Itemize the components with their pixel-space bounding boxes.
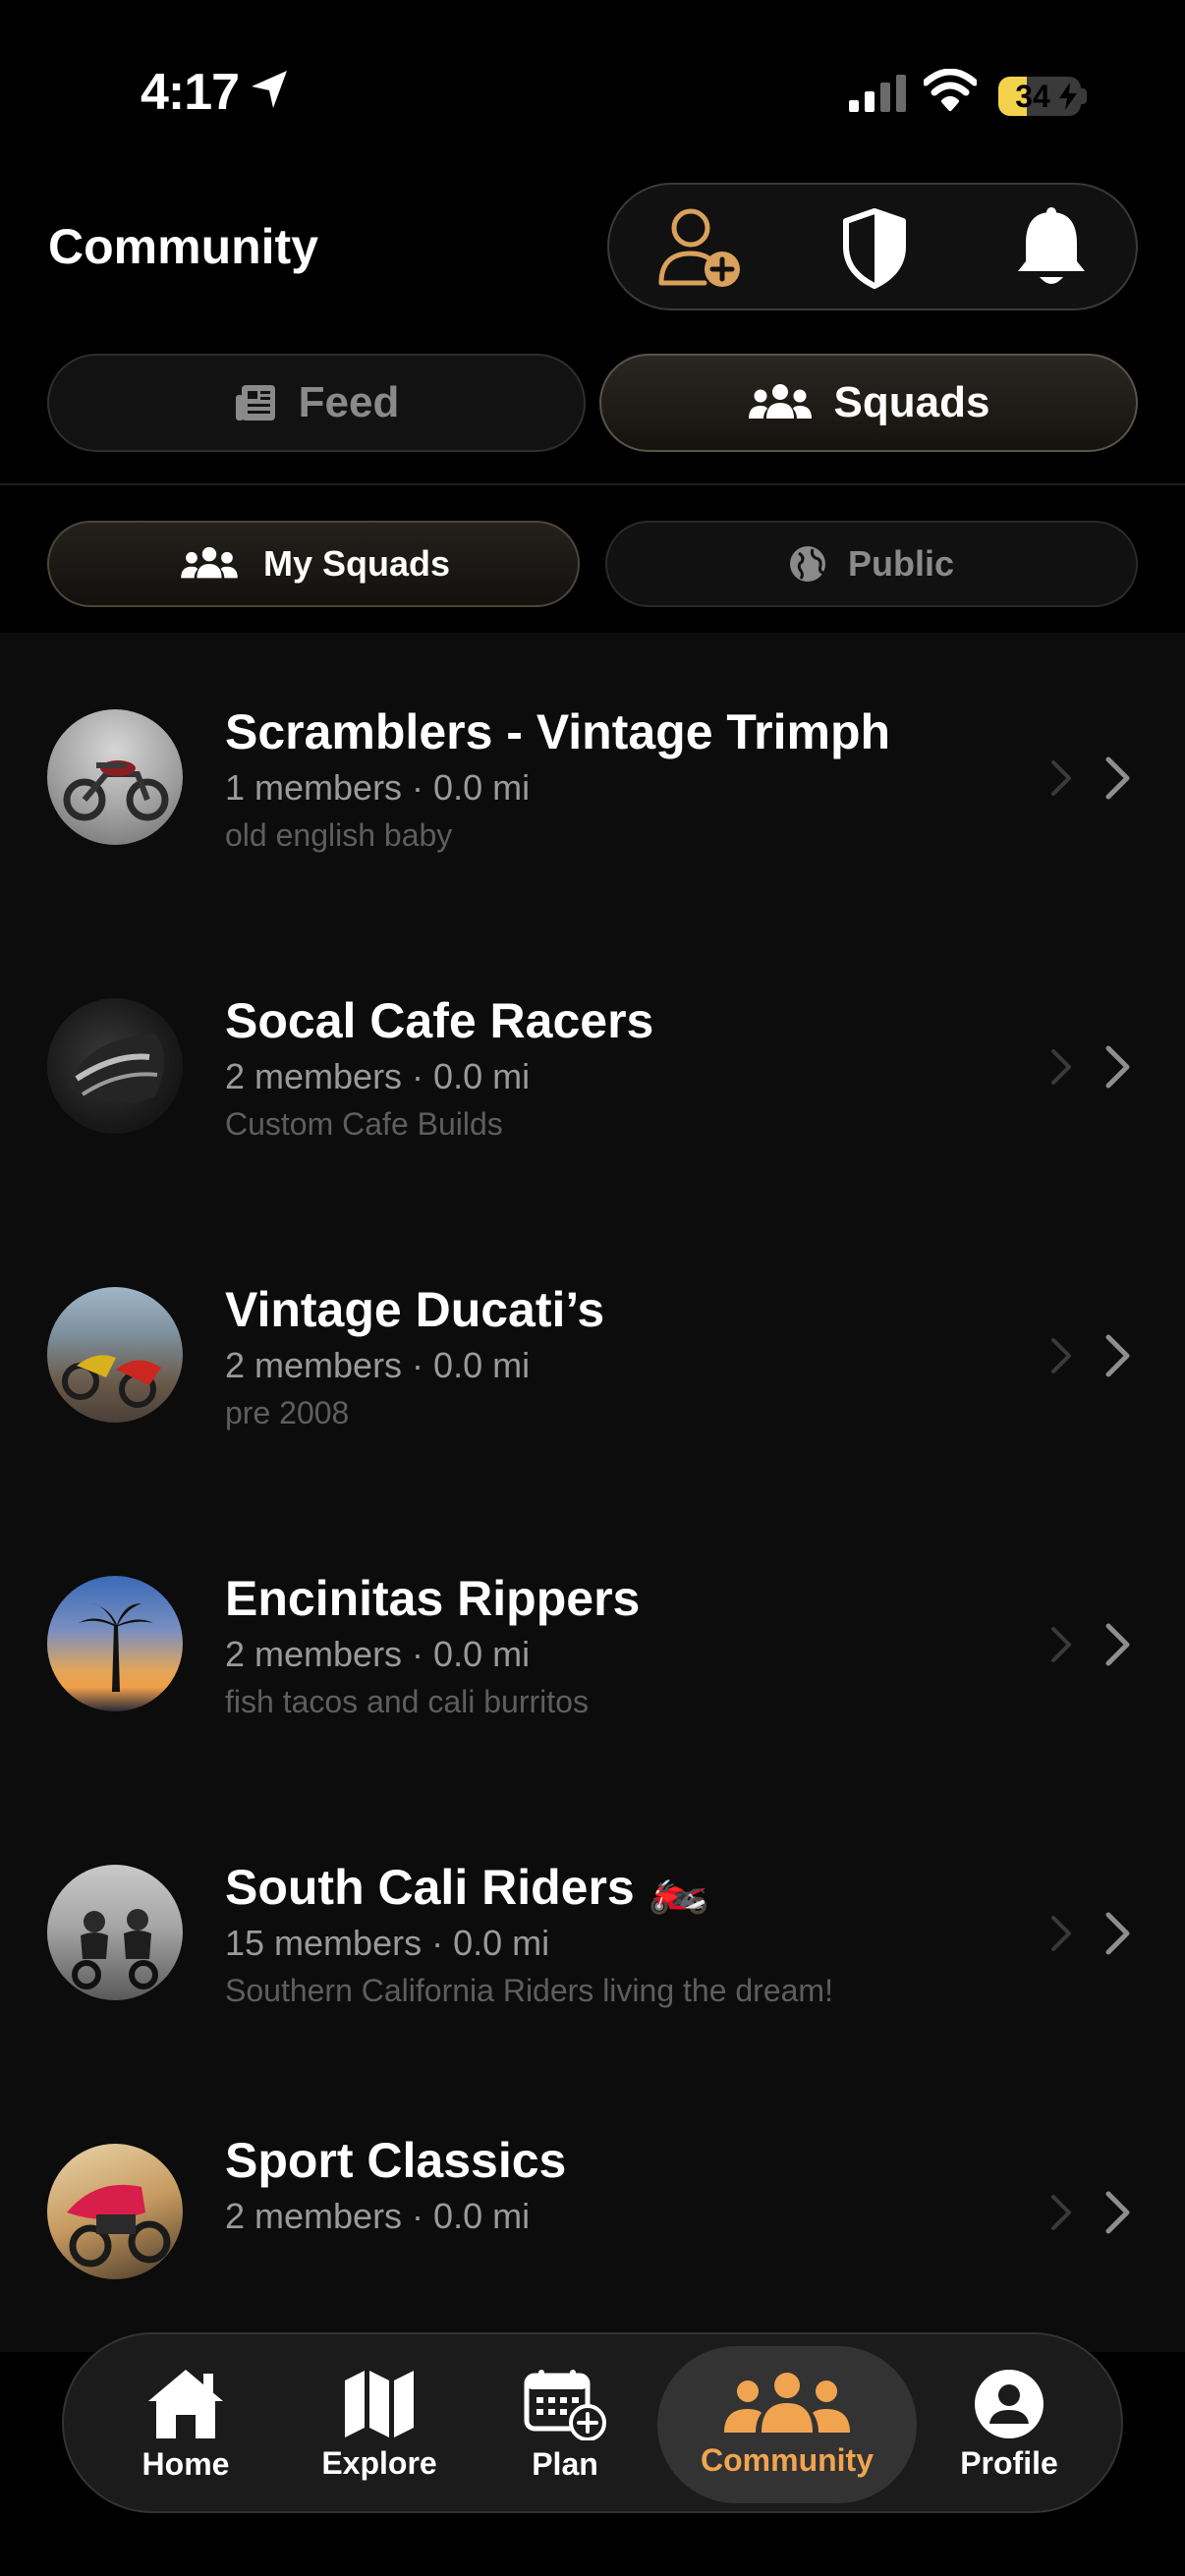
squad-avatar-sport-classic-photo [47,2144,183,2279]
divider [0,483,1185,485]
chevron-right-icon [1105,1912,1130,1955]
nav-community-label: Community [701,2441,874,2478]
nav-home[interactable]: Home [113,2334,258,2515]
squad-meta: 2 members · 0.0 mi [225,1345,531,1385]
people-icon [724,2372,850,2433]
home-icon [148,2369,223,2438]
squad-meta: 2 members · 0.0 mi [225,1056,531,1096]
bell-icon [1018,207,1085,284]
squad-meta: 15 members · 0.0 mi [225,1923,550,1963]
chevron-right-icon [1105,1045,1130,1089]
charging-bolt-icon [1059,83,1077,110]
status-bar: 4:17 34 [0,0,1185,147]
tab-squads[interactable]: Squads [599,354,1138,452]
squad-avatar-riders-photo [47,1865,183,2000]
ducatis-photo [62,1355,161,1408]
people-icon [748,384,812,419]
tab-feed[interactable]: Feed [47,354,586,452]
squad-name: Encinitas Rippers [225,1571,641,1626]
tab-squads-label: Squads [833,378,990,426]
map-icon [345,2370,414,2437]
subtab-my-squads[interactable]: My Squads [47,521,580,607]
motorcycle-photo [63,760,169,821]
subtab-public[interactable]: Public [605,521,1138,607]
squad-row-socal-cafe-racers[interactable]: Socal Cafe Racers 2 members · 0.0 mi Cus… [0,922,1185,1210]
nav-profile[interactable]: Profile [940,2334,1078,2515]
shield-icon [843,208,906,289]
squad-description: Custom Cafe Builds [225,1106,503,1142]
add-friend-button[interactable] [652,204,751,293]
squad-avatar-ducatis-photo [47,1287,183,1423]
header-actions [607,183,1138,310]
wifi-icon [924,69,977,111]
chevron-right-icon [1051,1338,1071,1373]
squad-row-south-cali-riders[interactable]: South Cali Riders 🏍️ 15 members · 0.0 mi… [0,1788,1185,2077]
squad-avatar-motorcycle-photo [47,709,183,845]
squad-name: Socal Cafe Racers [225,993,654,1048]
sport-classic-photo [67,2184,171,2268]
chevron-right-icon [1051,1627,1071,1662]
nav-community[interactable]: Community [657,2346,917,2503]
chevron-right-icon [1051,1916,1071,1951]
squad-name: Vintage Ducati’s [225,1282,605,1337]
globe-icon [789,546,825,582]
squad-row-scramblers[interactable]: Scramblers - Vintage Trimph 1 members · … [0,633,1185,922]
chevron-right-icon [1105,1334,1130,1377]
community-screen: 4:17 34 Community Feed Squads My Squads … [0,0,1185,2576]
bottom-nav: Home Explore Plan Community Profile [62,2332,1123,2513]
squad-name: South Cali Riders 🏍️ [225,1860,709,1915]
squad-meta: 2 members · 0.0 mi [225,2196,531,2236]
user-circle-icon [975,2369,1044,2438]
ducati-tank-photo [67,1034,164,1104]
nav-profile-label: Profile [960,2444,1058,2481]
squad-description: pre 2008 [225,1395,350,1430]
squad-avatar-ducati-tank-photo [47,998,183,1134]
squad-description: Southern California Riders living the dr… [225,1973,833,2008]
battery-percent: 34 [1015,79,1050,114]
squad-description: fish tacos and cali burritos [225,1684,589,1719]
squad-description: old english baby [225,817,453,853]
chevron-right-icon [1105,756,1130,800]
tab-feed-label: Feed [298,378,400,426]
squad-row-sport-classics[interactable]: Sport Classics 2 members · 0.0 mi [0,2077,1185,2352]
chevron-right-icon [1105,2191,1130,2234]
notifications-button[interactable] [1002,204,1100,293]
squad-name: Sport Classics [225,2133,567,2188]
nav-explore-label: Explore [321,2444,437,2481]
battery-cap [1081,88,1087,104]
safety-button[interactable] [825,204,924,293]
calendar-add-icon [524,2369,606,2440]
chevron-right-icon [1051,1049,1071,1085]
newspaper-icon [235,385,275,420]
squad-row-vintage-ducatis[interactable]: Vintage Ducati’s 2 members · 0.0 mi pre … [0,1210,1185,1499]
squad-meta: 2 members · 0.0 mi [225,1634,531,1674]
add-friend-icon [658,208,740,287]
chevron-right-icon [1051,760,1071,796]
chevron-right-icon [1051,2195,1071,2230]
riders-photo [72,1909,158,1989]
squad-name: Scramblers - Vintage Trimph [225,704,891,759]
subtab-my-squads-label: My Squads [262,543,451,584]
squad-row-encinitas-rippers[interactable]: Encinitas Rippers 2 members · 0.0 mi fis… [0,1499,1185,1788]
squad-meta: 1 members · 0.0 mi [225,767,531,808]
status-time: 4:17 [141,64,240,121]
chevron-right-icon [1105,1623,1130,1666]
cellular-signal-icon [849,75,906,112]
battery-indicator: 34 [998,77,1081,116]
nav-plan-label: Plan [532,2445,598,2482]
squad-avatar-palm-sunset-photo [47,1576,183,1711]
page-title: Community [48,219,318,274]
palm-tree-photo [79,1603,153,1692]
subtab-public-label: Public [847,543,955,584]
nav-explore[interactable]: Explore [306,2334,453,2515]
nav-plan[interactable]: Plan [498,2334,632,2515]
location-arrow-icon [252,71,287,108]
nav-home-label: Home [141,2445,230,2482]
squad-list: Scramblers - Vintage Trimph 1 members · … [0,633,1185,2352]
people-icon [181,546,238,579]
